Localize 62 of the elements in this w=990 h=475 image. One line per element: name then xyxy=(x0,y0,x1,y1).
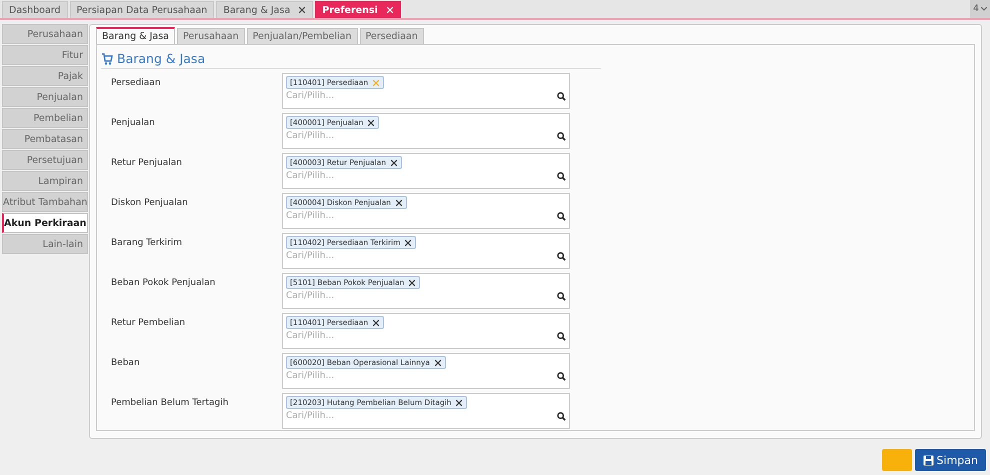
search-icon[interactable] xyxy=(557,212,566,220)
search-input[interactable]: Cari/Pilih... xyxy=(286,410,557,422)
remove-icon[interactable] xyxy=(367,118,376,126)
field-label: Beban xyxy=(110,357,141,368)
tab[interactable]: Barang & Jasa xyxy=(96,27,175,44)
remove-icon[interactable] xyxy=(404,238,412,246)
save-icon xyxy=(922,454,934,466)
save-button[interactable]: Simpan xyxy=(914,449,986,471)
tab[interactable]: Penjualan/Pembelian xyxy=(246,28,358,44)
sidebar-item[interactable]: Pembelian xyxy=(2,108,88,128)
search-input[interactable]: Cari/Pilih... xyxy=(286,330,557,342)
remove-icon[interactable] xyxy=(408,278,416,286)
close-icon[interactable] xyxy=(298,6,306,14)
field-label: Persediaan xyxy=(110,77,162,88)
search-icon[interactable] xyxy=(557,372,566,380)
tab[interactable]: Preferensi xyxy=(315,1,401,18)
remove-icon[interactable] xyxy=(455,398,464,406)
field-label: Retur Pembelian xyxy=(110,317,186,328)
sidebar-item[interactable]: Persetujuan xyxy=(2,150,88,170)
sidebar-item[interactable]: Perusahaan xyxy=(2,24,88,44)
tab[interactable]: Dashboard xyxy=(2,1,68,18)
field-label: Pembelian Belum Tertagih xyxy=(110,397,230,408)
search-input[interactable]: Cari/Pilih... xyxy=(286,130,557,142)
tab[interactable]: Persiapan Data Perusahaan xyxy=(70,1,214,18)
cart-icon xyxy=(101,52,113,64)
field-label: Penjualan xyxy=(110,117,156,128)
field-label: Barang Terkirim xyxy=(110,237,184,248)
caret-icon[interactable] xyxy=(980,7,987,11)
search-input[interactable]: Cari/Pilih... xyxy=(286,210,557,222)
search-icon[interactable] xyxy=(557,252,566,260)
field-label: Diskon Penjualan xyxy=(110,197,189,208)
sidebar-item[interactable]: Pajak xyxy=(2,66,88,86)
tab[interactable]: Barang & Jasa xyxy=(216,1,314,18)
search-icon[interactable] xyxy=(557,172,566,180)
remove-icon[interactable] xyxy=(390,158,398,166)
search-icon[interactable] xyxy=(557,332,566,340)
section-title: Barang & Jasa xyxy=(117,51,206,66)
remove-icon[interactable] xyxy=(434,358,442,366)
field-label: Retur Penjualan xyxy=(110,157,183,168)
field-label: Beban Pokok Penjualan xyxy=(110,277,216,288)
sidebar-item[interactable]: Pembatasan xyxy=(2,129,88,149)
search-input[interactable]: Cari/Pilih... xyxy=(286,90,557,102)
sidebar-item[interactable]: Atribut Tambahan xyxy=(2,192,88,212)
tab-count-dropdown[interactable]: 4 xyxy=(970,0,990,18)
search-icon[interactable] xyxy=(557,92,566,100)
remove-icon[interactable] xyxy=(394,198,403,206)
search-icon[interactable] xyxy=(557,412,566,420)
search-input[interactable]: Cari/Pilih... xyxy=(286,250,557,262)
sidebar-item[interactable]: Lampiran xyxy=(2,171,88,191)
search-input[interactable]: Cari/Pilih... xyxy=(286,170,557,182)
sidebar-item[interactable]: Penjualan xyxy=(2,87,88,107)
search-icon[interactable] xyxy=(557,292,566,300)
close-icon[interactable] xyxy=(386,6,394,14)
remove-icon[interactable] xyxy=(372,318,380,326)
sidebar-item[interactable]: Fitur xyxy=(2,45,88,65)
search-input[interactable]: Cari/Pilih... xyxy=(286,370,557,382)
search-icon[interactable] xyxy=(557,132,566,140)
search-input[interactable]: Cari/Pilih... xyxy=(286,290,557,302)
sidebar-item[interactable]: Lain-lain xyxy=(2,234,88,254)
tab[interactable]: Persediaan xyxy=(360,28,424,44)
sidebar-item[interactable]: Akun Perkiraan xyxy=(2,213,88,233)
tab[interactable]: Perusahaan xyxy=(176,28,245,44)
